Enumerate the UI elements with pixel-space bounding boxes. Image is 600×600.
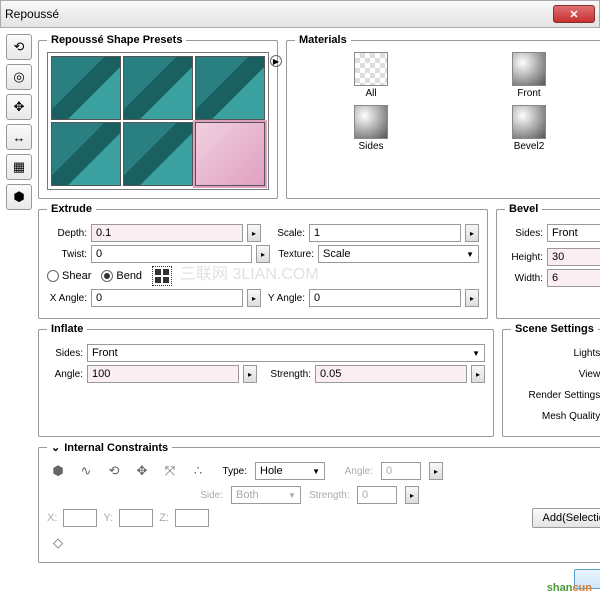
ic-tool-icon[interactable]: ∴	[187, 460, 209, 482]
bevel-height-input[interactable]	[547, 248, 600, 266]
pan-tool-icon[interactable]: ✥	[6, 94, 32, 120]
ic-strength-input	[357, 486, 397, 504]
spin-icon[interactable]: ▸	[256, 245, 270, 263]
ic-side-select: Both▼	[231, 486, 301, 504]
material-bevel2[interactable]	[512, 105, 546, 139]
scale-tool-icon[interactable]: ▦	[6, 154, 32, 180]
twist-input[interactable]	[91, 245, 252, 263]
bevel-sides-select[interactable]: Front▼	[547, 224, 600, 242]
ic-tool-icon[interactable]: ⤧	[159, 460, 181, 482]
spin-icon[interactable]: ▸	[465, 224, 479, 242]
preset-thumb[interactable]	[123, 122, 193, 186]
shear-radio[interactable]: Shear	[47, 270, 91, 282]
close-button[interactable]: ✕	[553, 5, 595, 23]
grid-icon[interactable]	[152, 266, 172, 286]
presets-group: Repoussé Shape Presets ▶	[38, 34, 278, 199]
material-front[interactable]	[512, 52, 546, 86]
ic-angle-input	[381, 462, 421, 480]
preset-thumb[interactable]	[51, 122, 121, 186]
preset-menu-icon[interactable]: ▶	[270, 55, 282, 67]
spin-icon[interactable]: ▸	[247, 224, 261, 242]
scale-input[interactable]	[309, 224, 461, 242]
inflate-group: Inflate Sides:Front▼ Angle:▸Strength:▸	[38, 323, 494, 437]
ic-tool-icon[interactable]: ∿	[75, 460, 97, 482]
window-title: Repoussé	[5, 7, 59, 21]
logo: shancun	[547, 578, 592, 594]
internal-group: ⌄Internal Constraints ⬢ ∿ ⟲ ✥ ⤧ ∴ Type:H…	[38, 441, 600, 563]
ic-tool-icon[interactable]: ⟲	[103, 460, 125, 482]
ic-tool-icon[interactable]: ✥	[131, 460, 153, 482]
ic-tool-icon[interactable]: ⬢	[47, 460, 69, 482]
bevel-group: Bevel Sides:Front▼ Height:▸ Width:▸ Cont…	[496, 203, 600, 319]
slide-tool-icon[interactable]: ↔	[6, 124, 32, 150]
depth-input[interactable]	[91, 224, 243, 242]
expand-icon[interactable]: ⌄	[51, 442, 60, 454]
scene-group: Scene Settings Lights:Custom▼ View:Defau…	[502, 323, 600, 437]
rotate-tool-icon[interactable]: ⟲	[6, 34, 32, 60]
bend-radio[interactable]: Bend	[101, 270, 142, 282]
preset-thumb[interactable]	[123, 56, 193, 120]
spin-icon[interactable]: ▸	[471, 365, 485, 383]
spin-icon[interactable]: ▸	[465, 289, 479, 307]
spin-icon[interactable]: ▸	[243, 365, 257, 383]
extrude-group: Extrude Depth:▸Scale:▸ Twist:▸Texture:Sc…	[38, 203, 488, 319]
preset-thumb[interactable]	[195, 56, 265, 120]
roll-tool-icon[interactable]: ◎	[6, 64, 32, 90]
spin-icon: ▸	[405, 486, 419, 504]
z-input	[175, 509, 209, 527]
object-tool-icon[interactable]: ⬢	[6, 184, 32, 210]
spin-icon: ▸	[429, 462, 443, 480]
eraser-icon[interactable]: ◇	[47, 532, 69, 554]
texture-select[interactable]: Scale▼	[318, 245, 479, 263]
material-all[interactable]	[354, 52, 388, 86]
materials-group: Materials All Front Bevel1 Sides Bevel2 …	[286, 34, 600, 199]
ic-type-select[interactable]: Hole▼	[255, 462, 325, 480]
inflate-strength-input[interactable]	[315, 365, 467, 383]
toolstrip: ⟲ ◎ ✥ ↔ ▦ ⬢	[6, 34, 32, 589]
material-sides[interactable]	[354, 105, 388, 139]
spin-icon[interactable]: ▸	[247, 289, 261, 307]
x-input	[63, 509, 97, 527]
inflate-angle-input[interactable]	[87, 365, 239, 383]
preset-thumb-selected[interactable]	[195, 122, 265, 186]
xangle-input[interactable]	[91, 289, 243, 307]
add-selection-button[interactable]: Add(Selection)	[532, 508, 600, 528]
yangle-input[interactable]	[309, 289, 461, 307]
preset-thumb[interactable]	[51, 56, 121, 120]
titlebar: Repoussé ✕	[0, 0, 600, 28]
inflate-sides-select[interactable]: Front▼	[87, 344, 485, 362]
y-input	[119, 509, 153, 527]
bevel-width-input[interactable]	[547, 269, 600, 287]
